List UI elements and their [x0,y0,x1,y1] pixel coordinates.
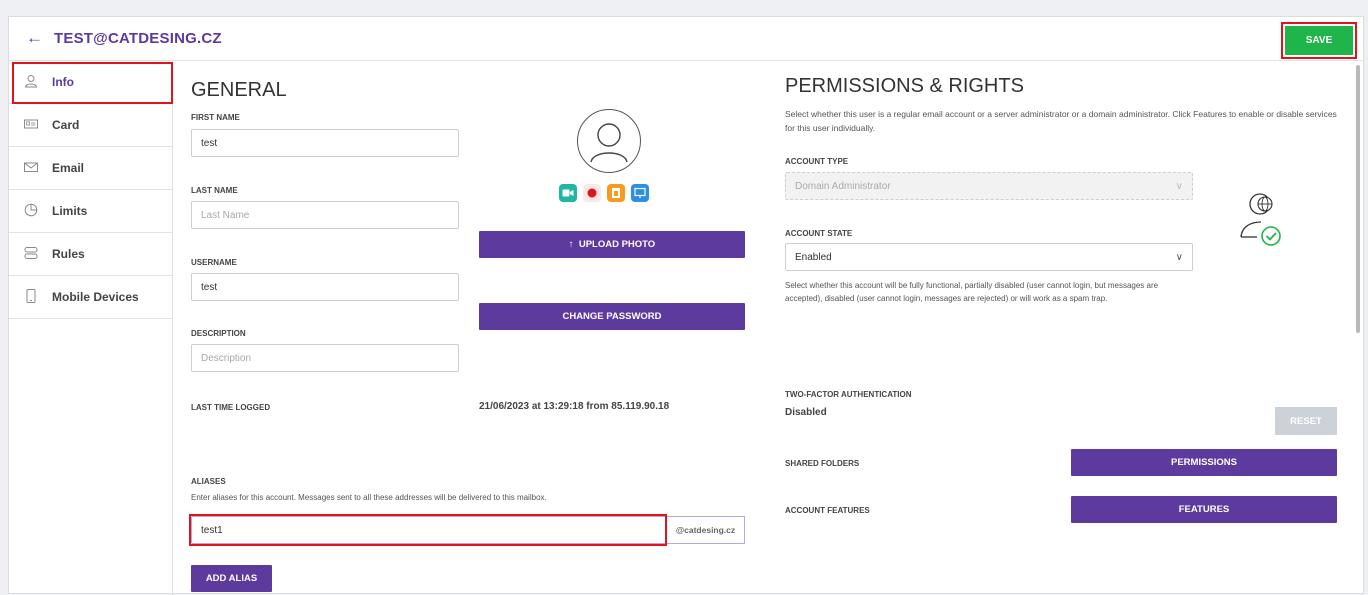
app-icons [559,184,649,204]
scrollbar[interactable] [1356,65,1360,333]
sidebar-item-rules[interactable]: Rules [9,233,172,276]
account-type-label: ACCOUNT TYPE [785,157,849,166]
general-heading: GENERAL [191,79,287,101]
change-password-button[interactable]: CHANGE PASSWORD [479,303,745,330]
arrow-up-icon: ↑ [568,239,574,250]
chevron-down-icon: ∨ [1175,251,1183,263]
sidebar-item-limits[interactable]: Limits [9,190,172,233]
record-icon[interactable] [583,184,601,202]
account-state-value: Enabled [795,251,832,263]
sidebar-item-card[interactable]: Card [9,104,172,147]
sidebar-item-label: Card [52,118,80,132]
alias-domain-suffix: @catdesing.cz [667,516,745,544]
description-label: DESCRIPTION [191,329,246,338]
alias-input[interactable] [191,516,667,544]
video-icon[interactable] [559,184,577,202]
domain-admin-icon [1235,187,1289,256]
two-factor-value: Disabled [785,407,827,418]
description-field[interactable] [191,344,459,372]
chevron-down-icon: ∨ [1175,180,1183,192]
envelope-icon [24,160,38,174]
sidebar-item-label: Rules [52,247,85,261]
aliases-label: ALIASES [191,477,226,486]
username-label: USERNAME [191,258,237,267]
two-factor-label: TWO-FACTOR AUTHENTICATION [785,390,912,399]
features-button[interactable]: FEATURES [1071,496,1337,523]
permissions-intro: Select whether this user is a regular em… [785,109,1337,133]
mobile-icon [24,289,38,303]
id-card-icon [24,117,38,131]
arrow-left-icon[interactable]: ← [26,28,43,48]
sidebar-item-email[interactable]: Email [9,147,172,190]
user-icon [24,74,38,88]
account-state-select[interactable]: Enabled ∨ [785,243,1193,271]
permissions-heading: PERMISSIONS & RIGHTS [785,75,1024,97]
reset-button[interactable]: RESET [1275,407,1337,435]
first-name-field[interactable] [191,129,459,157]
username-field[interactable] [191,273,459,301]
pie-chart-icon [24,203,38,217]
shared-folders-label: SHARED FOLDERS [785,459,860,468]
avatar[interactable] [577,109,641,173]
account-state-label: ACCOUNT STATE [785,229,853,238]
account-type-value: Domain Administrator [795,180,891,192]
sidebar-item-label: Mobile Devices [52,290,139,304]
document-icon[interactable] [607,184,625,202]
header: ← TEST@CATDESING.CZ SAVE [9,17,1363,61]
sidebar-item-info[interactable]: Info [9,61,173,104]
last-name-label: LAST NAME [191,186,238,195]
add-alias-button[interactable]: ADD ALIAS [191,565,272,592]
account-type-select: Domain Administrator ∨ [785,172,1193,200]
last-logged-value: 21/06/2023 at 13:29:18 from 85.119.90.18 [479,401,670,412]
save-button[interactable]: SAVE [1285,26,1353,55]
page-title: TEST@CATDESING.CZ [54,30,222,47]
user-editor-window: ← TEST@CATDESING.CZ SAVE Info Card Email [8,16,1364,595]
permissions-button[interactable]: PERMISSIONS [1071,449,1337,476]
sidebar-item-label: Limits [52,204,88,218]
sidebar-item-label: Info [52,75,74,89]
last-logged-label: LAST TIME LOGGED [191,403,271,412]
sidebar-item-mobile-devices[interactable]: Mobile Devices [9,276,172,319]
account-state-description: Select whether this account will be full… [785,281,1159,303]
rules-icon [24,246,38,260]
user-silhouette-icon [590,123,628,163]
aliases-description: Enter aliases for this account. Messages… [191,493,547,502]
sidebar: Info Card Email Limits Rules Mobile Devi… [9,61,173,595]
last-name-field[interactable] [191,201,459,229]
presentation-icon[interactable] [631,184,649,202]
upload-photo-button[interactable]: ↑ UPLOAD PHOTO [479,231,745,258]
account-features-label: ACCOUNT FEATURES [785,506,870,515]
save-highlight: SAVE [1281,22,1357,59]
first-name-label: FIRST NAME [191,113,240,122]
sidebar-item-label: Email [52,161,85,175]
